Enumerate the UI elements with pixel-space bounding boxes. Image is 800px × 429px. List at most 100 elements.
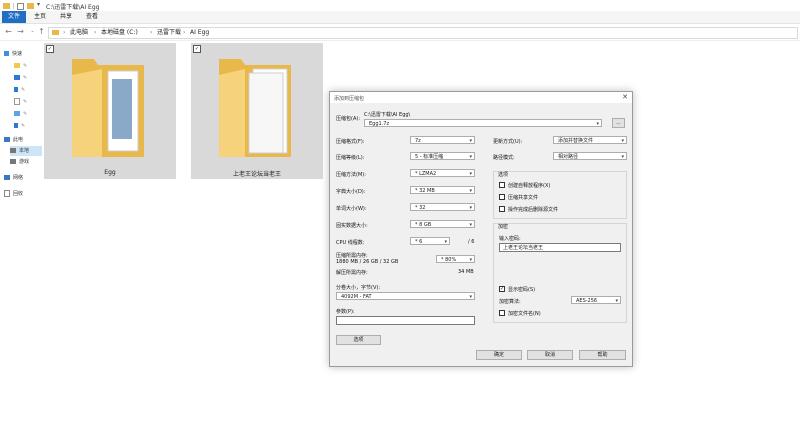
nav-game-disk[interactable]: 游戏 [10, 157, 29, 167]
breadcrumb-this-pc[interactable]: 此电脑 [70, 28, 88, 38]
folder-icon [219, 59, 291, 157]
folder-tile-egg[interactable]: ✓ Egg [44, 43, 176, 179]
options-button[interactable]: 选项 [336, 335, 381, 345]
forward-arrow-icon[interactable]: → [16, 27, 25, 36]
combo-value: 7z [415, 138, 421, 144]
nav-label: 快速 [12, 51, 23, 57]
new-folder-icon[interactable] [27, 3, 34, 9]
mem-compress-label: 压缩所需内存: [336, 253, 368, 259]
drive-icon [10, 159, 16, 164]
nav-label: 游戏 [19, 159, 30, 165]
format-select[interactable]: 7z ▾ [410, 136, 475, 144]
nav-item[interactable]: ✎ [14, 61, 27, 71]
mem-percent-select[interactable]: * 80% ▾ [436, 255, 475, 263]
password-input[interactable]: 上老王论坛当老王 [499, 243, 621, 252]
pin-icon: ✎ [23, 99, 28, 105]
browse-button[interactable]: ... [612, 118, 625, 128]
crumb-separator: › [150, 29, 153, 36]
nav-local-disk[interactable]: 本地 [10, 146, 42, 156]
chevron-down-icon[interactable]: ▾ [37, 1, 40, 8]
archive-name-combo[interactable]: Egg1.7z ▾ [364, 119, 602, 127]
nav-item[interactable]: ✎ [14, 109, 27, 119]
combo-value: 5 - 标准压缩 [415, 154, 444, 160]
cpu-select[interactable]: * 6 ▾ [410, 237, 450, 245]
archive-path: C:\迅雷下载\AI Egg\ [364, 112, 411, 118]
nav-recycle-bin[interactable]: 回收 [4, 189, 23, 199]
chevron-down-icon: ▾ [469, 294, 472, 300]
chevron-down-icon: ▾ [469, 205, 472, 211]
show-password-checkbox[interactable]: ✓ [499, 286, 505, 292]
ok-button[interactable]: 确定 [476, 350, 522, 360]
update-select[interactable]: 添加并替换文件 ▾ [553, 136, 627, 144]
nav-item[interactable]: ✎ [14, 121, 25, 131]
delete-checkbox[interactable] [499, 206, 505, 212]
tab-file[interactable]: 文件 [2, 11, 27, 23]
level-select[interactable]: 5 - 标准压缩 ▾ [410, 152, 475, 160]
update-label: 更新方式(U): [493, 139, 523, 145]
encrypt-method-select[interactable]: AES-256 ▾ [571, 296, 621, 304]
nav-item[interactable]: ✎ [14, 73, 27, 83]
solid-select[interactable]: * 8 GB ▾ [410, 220, 475, 228]
close-icon[interactable]: ✕ [622, 93, 628, 101]
properties-icon[interactable] [17, 3, 24, 10]
chevron-down-icon: ▾ [444, 239, 447, 245]
back-arrow-icon[interactable]: ← [4, 27, 13, 36]
crumb-separator: › [63, 29, 66, 36]
level-label: 压缩等级(L): [336, 155, 365, 161]
shared-checkbox[interactable] [499, 194, 505, 200]
dict-select[interactable]: * 32 MB ▾ [410, 186, 475, 194]
cpu-total: / 6 [468, 239, 475, 245]
recent-chevron-icon[interactable]: ⌄ [28, 27, 37, 36]
address-bar[interactable]: › 此电脑 › 本地磁盘 (C:) › 迅雷下载 › AI Egg [48, 27, 798, 39]
encryption-group: 加密 输入密码: 上老王论坛当老王 ✓ 显示密码(S) 加密算法: AES-25… [493, 223, 627, 323]
combo-value: Egg1.7z [369, 121, 390, 127]
mem-compress-value: 1880 MB / 26 GB / 32 GB [336, 259, 399, 265]
chevron-down-icon: ▾ [615, 298, 618, 304]
navigation-pane: 快速 ✎ ✎ ✎ ✎ ✎ ✎ 此电 本地 游戏 网络 回收 [0, 41, 42, 429]
encrypt-method-label: 加密算法: [499, 299, 521, 305]
nav-item[interactable]: ✎ [14, 97, 27, 107]
select-checkbox[interactable]: ✓ [193, 45, 201, 53]
nav-label: 本地 [19, 148, 30, 154]
params-input[interactable] [336, 316, 475, 325]
folder-tile-laowang[interactable]: ✓ 上老王论坛当老王 [191, 43, 323, 179]
nav-item[interactable]: ✎ [14, 85, 25, 95]
help-button[interactable]: 帮助 [579, 350, 626, 360]
path-select[interactable]: 相对路径 ▾ [553, 152, 627, 160]
address-row: ← → ⌄ ↑ › 此电脑 › 本地磁盘 (C:) › 迅雷下载 › AI Eg… [0, 24, 800, 41]
word-select[interactable]: * 32 ▾ [410, 203, 475, 211]
split-label: 分卷大小，字节(V): [336, 285, 381, 291]
document-icon [14, 98, 20, 105]
folder-name: Egg [104, 169, 116, 176]
desktop-icon [14, 75, 20, 80]
up-arrow-icon[interactable]: ↑ [37, 27, 46, 36]
crumb-separator: › [183, 29, 186, 36]
divider [13, 3, 14, 9]
combo-value: * 6 [415, 239, 423, 245]
method-select[interactable]: * LZMA2 ▾ [410, 169, 475, 177]
options-group-title: 选项 [498, 172, 509, 178]
tab-view[interactable]: 查看 [80, 11, 104, 23]
network-icon [4, 175, 10, 180]
dict-label: 字典大小(D): [336, 189, 366, 195]
password-label: 输入密码: [499, 236, 521, 242]
folder-icon [14, 63, 20, 68]
nav-this-pc[interactable]: 此电 [4, 135, 23, 145]
chevron-down-icon: ▾ [469, 222, 472, 228]
tab-home[interactable]: 主页 [28, 11, 52, 23]
nav-network[interactable]: 网络 [4, 173, 23, 183]
breadcrumb-drive[interactable]: 本地磁盘 (C:) [101, 28, 138, 38]
method-label: 压缩方法(M): [336, 172, 366, 178]
select-checkbox[interactable]: ✓ [46, 45, 54, 53]
split-select[interactable]: 4092M - FAT ▾ [336, 292, 475, 300]
nav-quick-access[interactable]: 快速 [4, 49, 22, 59]
cancel-button[interactable]: 取消 [527, 350, 573, 360]
breadcrumb-current[interactable]: AI Egg [190, 28, 209, 38]
download-icon [14, 87, 18, 92]
tab-share[interactable]: 共享 [54, 11, 78, 23]
dialog-title-bar: 添加到压缩包 ✕ [330, 92, 632, 103]
sfx-checkbox[interactable] [499, 182, 505, 188]
chevron-down-icon: ▾ [469, 257, 472, 263]
breadcrumb-folder[interactable]: 迅雷下载 [157, 28, 181, 38]
encrypt-names-checkbox[interactable] [499, 310, 505, 316]
